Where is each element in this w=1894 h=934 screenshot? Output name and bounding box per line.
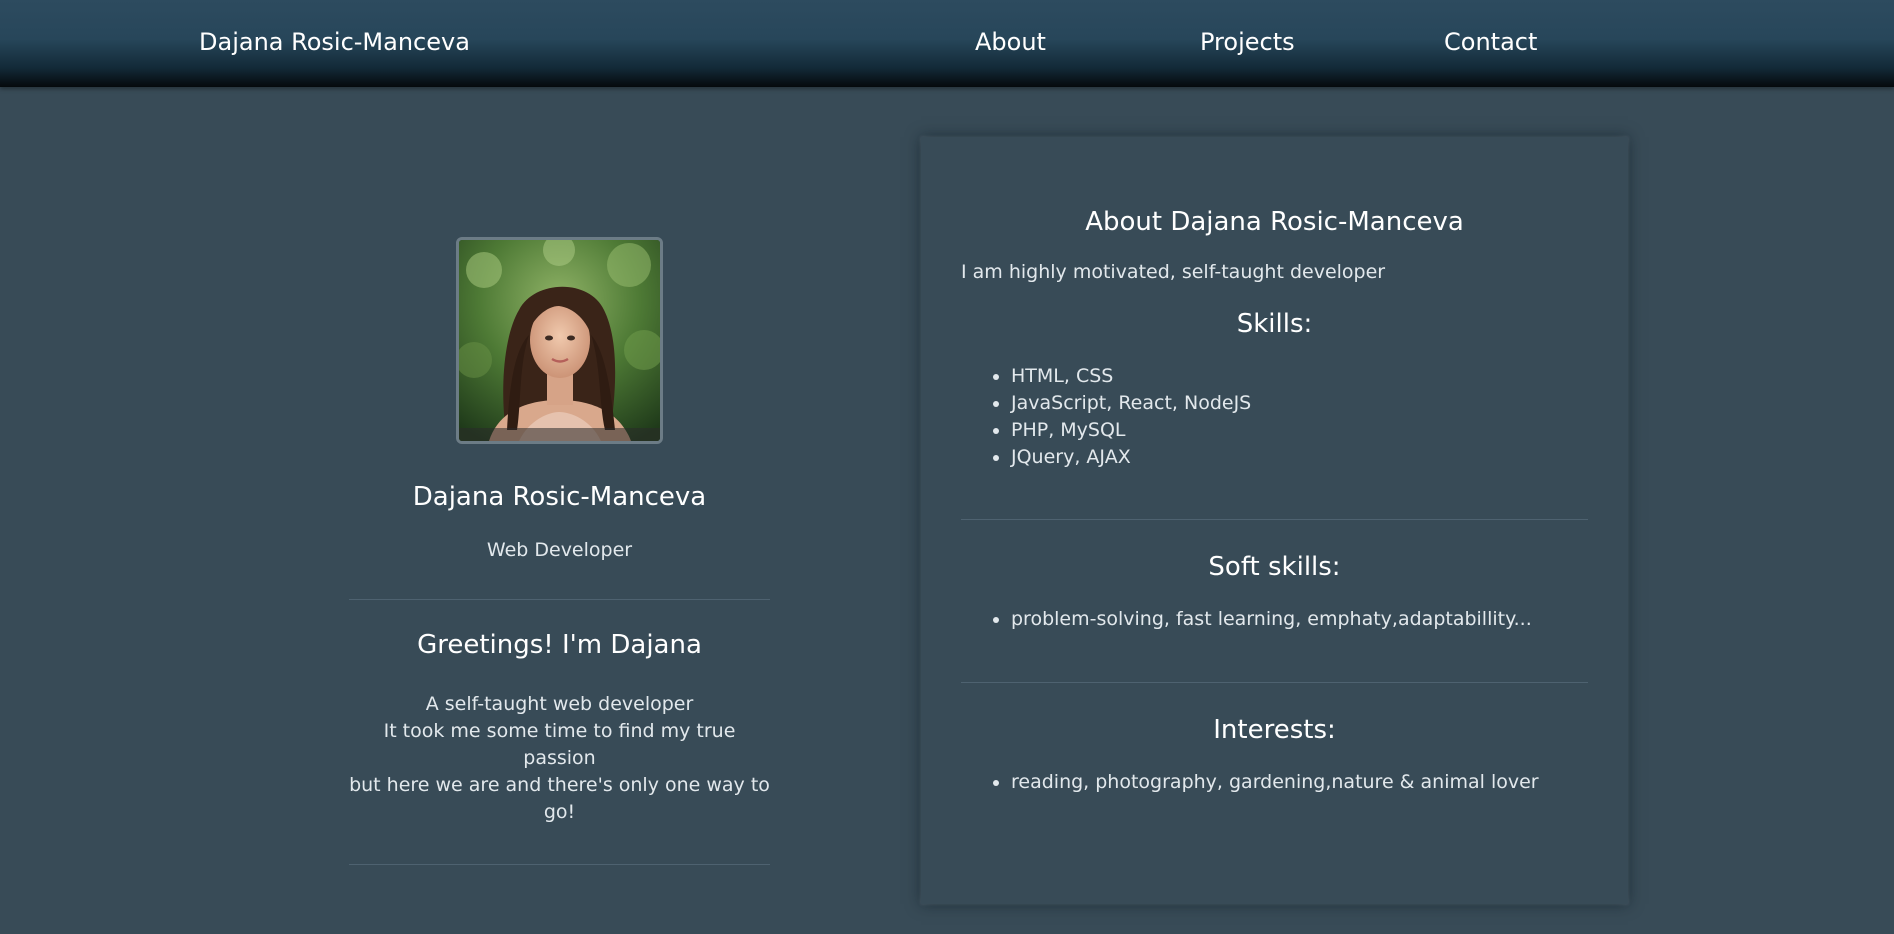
interests-heading: Interests:	[1213, 715, 1336, 745]
about-title: About Dajana Rosic-Manceva	[1085, 207, 1464, 237]
greeting-heading: Greetings! I'm Dajana	[417, 630, 702, 661]
divider	[961, 682, 1588, 683]
soft-skills-heading: Soft skills:	[1208, 552, 1341, 582]
divider	[349, 599, 770, 601]
divider	[349, 864, 770, 866]
soft-skills-list: problem-solving, fast learning, emphaty,…	[961, 606, 1588, 633]
intro-line: A self-taught web developer	[425, 693, 694, 716]
divider	[961, 519, 1588, 520]
profile-photo-icon	[459, 240, 660, 441]
avatar	[456, 237, 663, 444]
list-item: PHP, MySQL	[1011, 417, 1588, 444]
profile-role: Web Developer	[486, 539, 633, 562]
list-item: JavaScript, React, NodeJS	[1011, 390, 1588, 417]
intro-line: but here we are and there's only one way…	[349, 774, 770, 824]
top-navbar: Dajana Rosic-Manceva About Projects Cont…	[0, 0, 1894, 87]
brand-link[interactable]: Dajana Rosic-Manceva	[199, 28, 470, 56]
list-item: problem-solving, fast learning, emphaty,…	[1011, 606, 1588, 633]
intro-text: A self-taught web developer It took me s…	[349, 691, 770, 826]
interests-list: reading, photography, gardening,nature &…	[961, 769, 1588, 796]
nav-link-projects[interactable]: Projects	[1200, 28, 1295, 56]
profile-name: Dajana Rosic-Manceva	[412, 482, 707, 512]
list-item: HTML, CSS	[1011, 363, 1588, 390]
nav-link-about[interactable]: About	[975, 28, 1046, 56]
list-item: JQuery, AJAX	[1011, 444, 1588, 471]
profile-section: Dajana Rosic-Manceva Web Developer Greet…	[349, 237, 770, 866]
nav-link-contact[interactable]: Contact	[1444, 28, 1537, 56]
list-item: reading, photography, gardening,nature &…	[1011, 769, 1588, 796]
about-summary: I am highly motivated, self-taught devel…	[961, 261, 1386, 283]
skills-heading: Skills:	[1236, 309, 1313, 339]
about-card: About Dajana Rosic-Manceva I am highly m…	[921, 137, 1628, 904]
intro-line: It took me some time to find my true pas…	[383, 720, 736, 770]
skills-list: HTML, CSS JavaScript, React, NodeJS PHP,…	[961, 363, 1588, 471]
